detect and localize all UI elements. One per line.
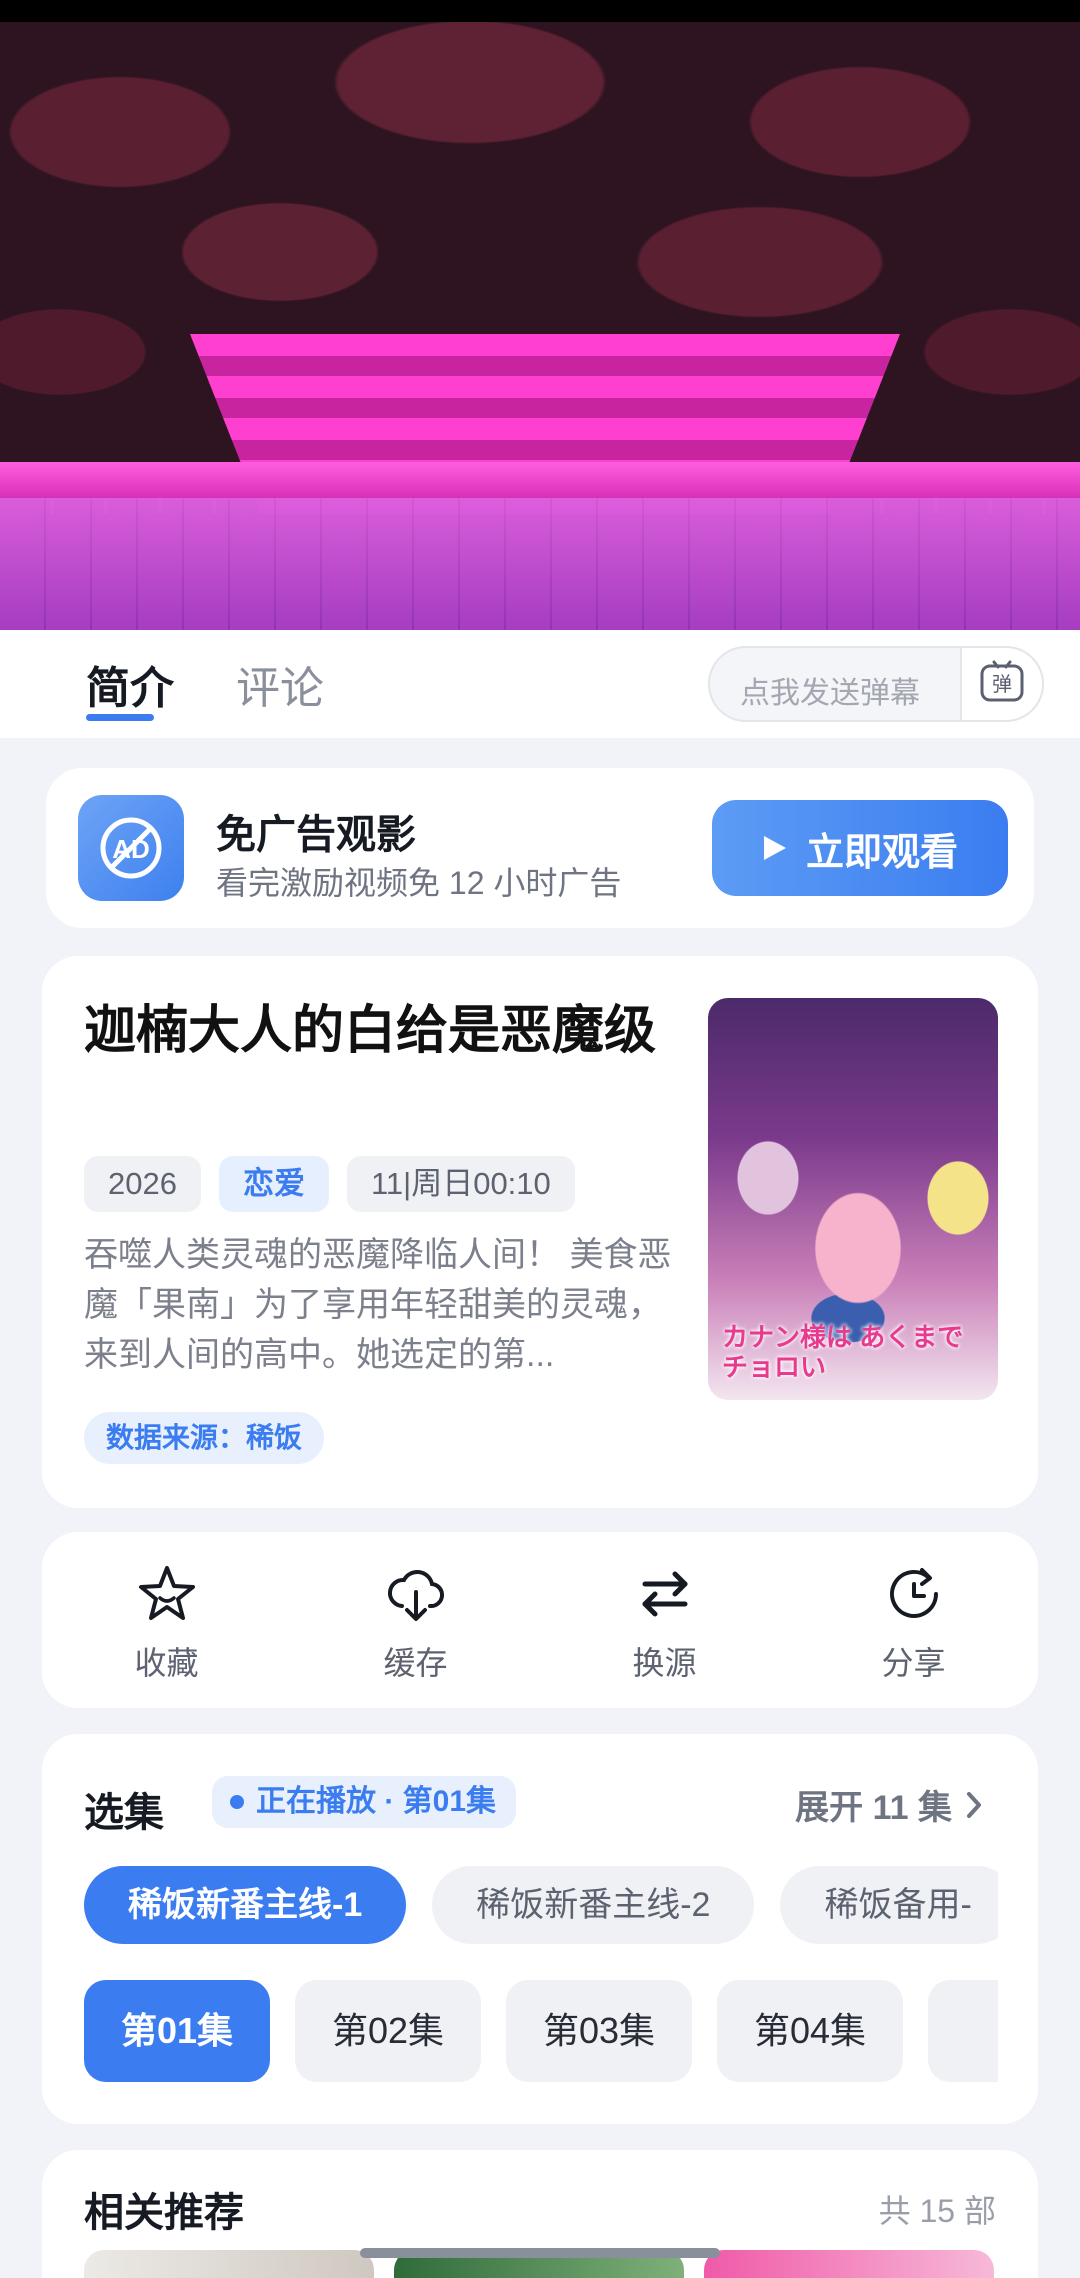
episode-button[interactable]: 第 xyxy=(928,1980,998,2082)
status-bar xyxy=(0,0,1080,22)
related-thumbnail[interactable] xyxy=(84,2250,374,2278)
poster-logo: カナン様は あくまでチョロい xyxy=(722,1322,964,1382)
home-indicator[interactable] xyxy=(360,2248,720,2258)
tab-comments[interactable]: 评论 xyxy=(236,652,324,716)
data-source-badge: 数据来源：稀饭 xyxy=(84,1412,325,1464)
expand-label: 展开 11 集 xyxy=(795,1789,952,1827)
ad-subtitle: 看完激励视频免 12 小时广告 xyxy=(216,865,622,901)
episode-card: 选集 正在播放 · 第01集 展开 11 集 稀饭新番主线-1 稀饭新番主线-2 稀… xyxy=(42,1734,1038,2124)
show-description[interactable]: 吞噬人类灵魂的恶魔降临人间！ 美食恶魔「果南」为了享用年轻甜美的灵魂，来到人间的… xyxy=(84,1230,674,1380)
swap-icon xyxy=(642,1571,687,1617)
video-player[interactable] xyxy=(0,22,1080,630)
share-button[interactable]: 分享 xyxy=(789,1532,1038,1708)
show-title: 迦楠大人的白给是恶魔级 xyxy=(84,1002,657,1060)
related-heading: 相关推荐 xyxy=(76,2180,244,2238)
episodes-heading: 选集 xyxy=(76,1780,164,1838)
danmu-send-icon[interactable]: 弹 xyxy=(960,648,1042,720)
danmu-placeholder: 点我发送弹幕 xyxy=(740,677,920,710)
watch-now-button[interactable]: 立即观看 xyxy=(712,800,1008,896)
tab-bar: 简介 评论 点我发送弹幕 弹 xyxy=(0,630,1080,738)
now-playing-badge: 正在播放 · 第01集 xyxy=(212,1776,517,1828)
show-info-card: 迦楠大人的白给是恶魔级 2026 恋爱 11|周日00:10 吞噬人类灵魂的恶魔… xyxy=(42,956,1038,1508)
switch-source-button[interactable]: 换源 xyxy=(540,1532,789,1708)
episode-list: 第01集第02集第03集第04集第 xyxy=(84,1980,998,2084)
related-card: 相关推荐 共 15 部 xyxy=(42,2150,1038,2278)
source-option[interactable]: 稀饭新番主线-2 xyxy=(432,1866,755,1944)
related-count: 共 15 部 xyxy=(878,2193,996,2229)
share-icon xyxy=(889,1568,938,1618)
ad-free-card: AD 免广告观影 看完激励视频免 12 小时广告 立即观看 xyxy=(46,768,1034,928)
playing-dot-icon xyxy=(230,1795,244,1809)
related-thumbnail[interactable] xyxy=(704,2250,994,2278)
tab-intro[interactable]: 简介 xyxy=(72,652,174,716)
video-frame-art xyxy=(0,462,1080,498)
chevron-right-icon xyxy=(967,1791,981,1818)
episode-button[interactable]: 第03集 xyxy=(506,1980,692,2082)
video-frame-art xyxy=(0,498,1080,630)
source-selector: 稀饭新番主线-1 稀饭新番主线-2 稀饭备用- xyxy=(84,1866,998,1946)
episode-button[interactable]: 第02集 xyxy=(295,1980,481,2082)
play-icon xyxy=(763,836,786,860)
download-label: 缓存 xyxy=(383,1645,448,1681)
episode-button[interactable]: 第04集 xyxy=(717,1980,903,2082)
source-option[interactable]: 稀饭新番主线-1 xyxy=(84,1866,407,1944)
cloud-download-icon xyxy=(387,1569,444,1621)
watch-now-label: 立即观看 xyxy=(805,831,958,874)
show-poster[interactable]: カナン様は あくまでチョロい xyxy=(708,998,998,1400)
danmu-input[interactable]: 点我发送弹幕 弹 xyxy=(708,646,1044,722)
no-ads-icon: AD xyxy=(78,795,184,901)
ad-title: 免广告观影 xyxy=(216,813,416,857)
expand-episodes-button[interactable]: 展开 11 集 xyxy=(795,1780,984,1829)
star-icon xyxy=(138,1566,195,1620)
year-tag: 2026 xyxy=(84,1156,201,1212)
switch-source-label: 换源 xyxy=(632,1645,697,1681)
favorite-label: 收藏 xyxy=(134,1645,199,1681)
action-bar: 收藏 缓存 换源 分享 xyxy=(42,1532,1038,1708)
show-tags: 2026 恋爱 11|周日00:10 xyxy=(84,1156,575,1212)
now-playing-label: 正在播放 · 第01集 xyxy=(256,1785,497,1818)
episode-button[interactable]: 第01集 xyxy=(84,1980,270,2082)
source-option[interactable]: 稀饭备用- xyxy=(780,1866,998,1944)
share-label: 分享 xyxy=(881,1645,946,1681)
active-tab-indicator xyxy=(86,714,154,721)
favorite-button[interactable]: 收藏 xyxy=(42,1532,291,1708)
genre-tag[interactable]: 恋爱 xyxy=(218,1156,329,1212)
schedule-tag: 11|周日00:10 xyxy=(346,1156,575,1212)
download-button[interactable]: 缓存 xyxy=(291,1532,540,1708)
svg-text:弹: 弹 xyxy=(992,672,1012,696)
